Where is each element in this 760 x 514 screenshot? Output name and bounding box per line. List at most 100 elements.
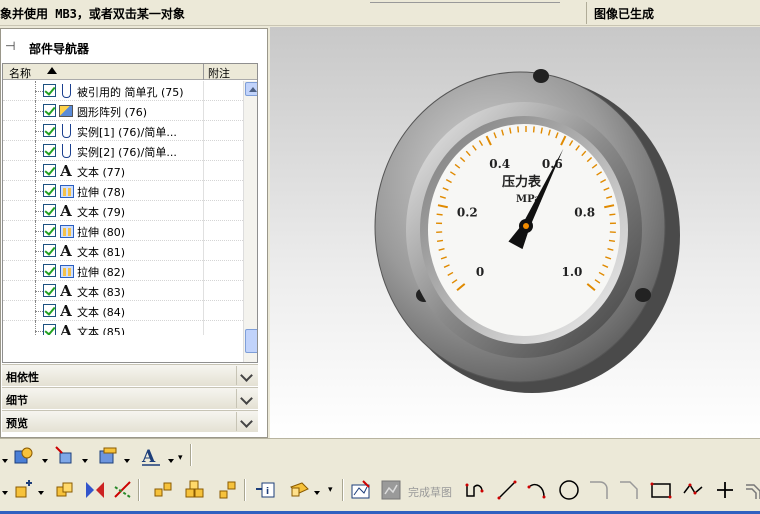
tree-row-label: 文本 (81) [77, 246, 126, 259]
tree-row[interactable]: A 文本 (79) [3, 201, 243, 221]
tree-row[interactable]: A 文本 (77) [3, 161, 243, 181]
gauge-title: 压力表 [502, 174, 542, 190]
column-notes-header[interactable]: 附注 [208, 65, 230, 81]
mirror-icon[interactable] [84, 479, 106, 501]
point-icon[interactable] [714, 479, 736, 501]
rectangle-icon[interactable] [650, 479, 672, 501]
text-icon: A [60, 202, 72, 220]
column-divider[interactable] [203, 64, 204, 80]
chevron-down-icon[interactable] [236, 389, 256, 408]
visibility-checkbox[interactable] [43, 304, 56, 317]
explode-icon[interactable] [216, 479, 238, 501]
assembly-icon[interactable] [54, 445, 76, 467]
chamfer-icon[interactable] [618, 479, 640, 501]
sort-ascending-icon [47, 67, 57, 74]
profile-icon[interactable] [464, 479, 486, 501]
toolbar-overflow-icon[interactable]: ▾ [178, 453, 183, 463]
fillet-icon[interactable] [588, 479, 610, 501]
vertical-scrollbar[interactable] [243, 81, 257, 362]
move-object-icon[interactable] [12, 479, 34, 501]
visibility-checkbox[interactable] [43, 324, 56, 335]
status-message: 图像已生成 [594, 7, 655, 21]
circle-icon[interactable] [558, 479, 580, 501]
tree-row[interactable]: 拉伸 (78) [3, 181, 243, 201]
chevron-down-icon[interactable] [236, 412, 256, 431]
finish-sketch-icon[interactable] [380, 479, 402, 501]
gauge-tick [532, 126, 535, 133]
gauge-scale-label: 0.4 [489, 157, 510, 171]
tree-row[interactable]: 实例[2] (76)/简单... [3, 141, 243, 161]
tree-row[interactable]: A 文本 (83) [3, 281, 243, 301]
toolbar-area: A ▾ i ▾ 完成草图 [0, 438, 760, 514]
arc-icon[interactable] [526, 479, 548, 501]
text-icon: A [60, 162, 72, 180]
tree-row-label: 被引用的 简单孔 (75) [77, 86, 184, 99]
hole-icon [59, 143, 73, 159]
notes-cell [203, 161, 204, 181]
tree-row[interactable]: A 文本 (84) [3, 301, 243, 321]
group-icon[interactable] [184, 479, 206, 501]
visibility-checkbox[interactable] [43, 204, 56, 217]
tree-row[interactable]: A 文本 (81) [3, 241, 243, 261]
copy-object-icon[interactable] [54, 479, 76, 501]
arrow-up-icon [249, 87, 257, 92]
tree-row[interactable]: 拉伸 (82) [3, 261, 243, 281]
toolbar-overflow-icon[interactable]: ▾ [328, 485, 333, 495]
section-dependencies[interactable]: 相依性 [2, 364, 258, 386]
navigator-title: 部件导航器 [29, 42, 90, 56]
vertical-scroll-thumb[interactable] [245, 329, 257, 353]
tree-row[interactable]: 圆形阵列 (76) [3, 101, 243, 121]
gauge-tick [436, 239, 444, 242]
part-feature-icon[interactable] [12, 445, 34, 467]
visibility-checkbox[interactable] [43, 184, 56, 197]
tree-connector [35, 171, 43, 172]
tree-row-label: 实例[2] (76)/简单... [77, 146, 177, 159]
dropdown-arrow-icon[interactable] [166, 449, 188, 471]
visibility-checkbox[interactable] [43, 124, 56, 137]
visibility-checkbox[interactable] [43, 84, 56, 97]
chevron-down-icon[interactable] [236, 366, 256, 385]
chain-icon[interactable] [152, 479, 174, 501]
offset-curve-icon[interactable] [742, 479, 760, 501]
text-tool-icon[interactable]: A [140, 445, 162, 467]
tree-connector [35, 291, 43, 292]
graphics-viewport[interactable]: 0 0.2 0.4 0.6 0.8 1.0 压力表 MPa [270, 27, 760, 438]
tree-row[interactable]: 拉伸 (80) [3, 221, 243, 241]
toolbar-separator [190, 444, 192, 466]
notes-cell [203, 281, 204, 301]
visibility-checkbox[interactable] [43, 224, 56, 237]
visibility-checkbox[interactable] [43, 264, 56, 277]
visibility-checkbox[interactable] [43, 104, 56, 117]
notes-cell [203, 221, 204, 241]
extrude-icon [59, 223, 74, 239]
tree-connector [35, 311, 43, 312]
visibility-checkbox[interactable] [43, 244, 56, 257]
section-preview[interactable]: 预览 [2, 410, 258, 432]
visibility-checkbox[interactable] [43, 144, 56, 157]
tree-row[interactable]: A 文本 (85) [3, 321, 243, 335]
tree-row[interactable]: 被引用的 简单孔 (75) [3, 81, 243, 101]
gauge-scale-label: 0.6 [542, 157, 563, 171]
tree-connector [35, 231, 43, 232]
visibility-checkbox[interactable] [43, 284, 56, 297]
section-details[interactable]: 细节 [2, 387, 258, 409]
visibility-checkbox[interactable] [43, 164, 56, 177]
finish-sketch-button[interactable]: 完成草图 [408, 484, 452, 500]
gauge-scale-label: 0.2 [457, 205, 478, 219]
block-icon[interactable] [96, 445, 118, 467]
tree-row-label: 文本 (83) [77, 286, 126, 299]
status-separator [586, 2, 587, 24]
pin-icon[interactable]: ⊣ [5, 39, 15, 53]
polygon-icon[interactable] [682, 479, 704, 501]
attributes-icon[interactable]: i [254, 479, 276, 501]
line-icon[interactable] [496, 479, 518, 501]
tree-row[interactable]: 实例[1] (76)/简单... [3, 121, 243, 141]
scroll-up-button[interactable] [245, 82, 257, 96]
column-name-header[interactable]: 名称 [9, 65, 31, 81]
gauge-tick [609, 213, 616, 216]
hole-icon [59, 83, 73, 99]
datum-plane-icon[interactable] [288, 479, 310, 501]
trim-icon[interactable] [112, 479, 134, 501]
sketch-icon[interactable] [350, 479, 372, 501]
tree-connector [35, 131, 43, 132]
